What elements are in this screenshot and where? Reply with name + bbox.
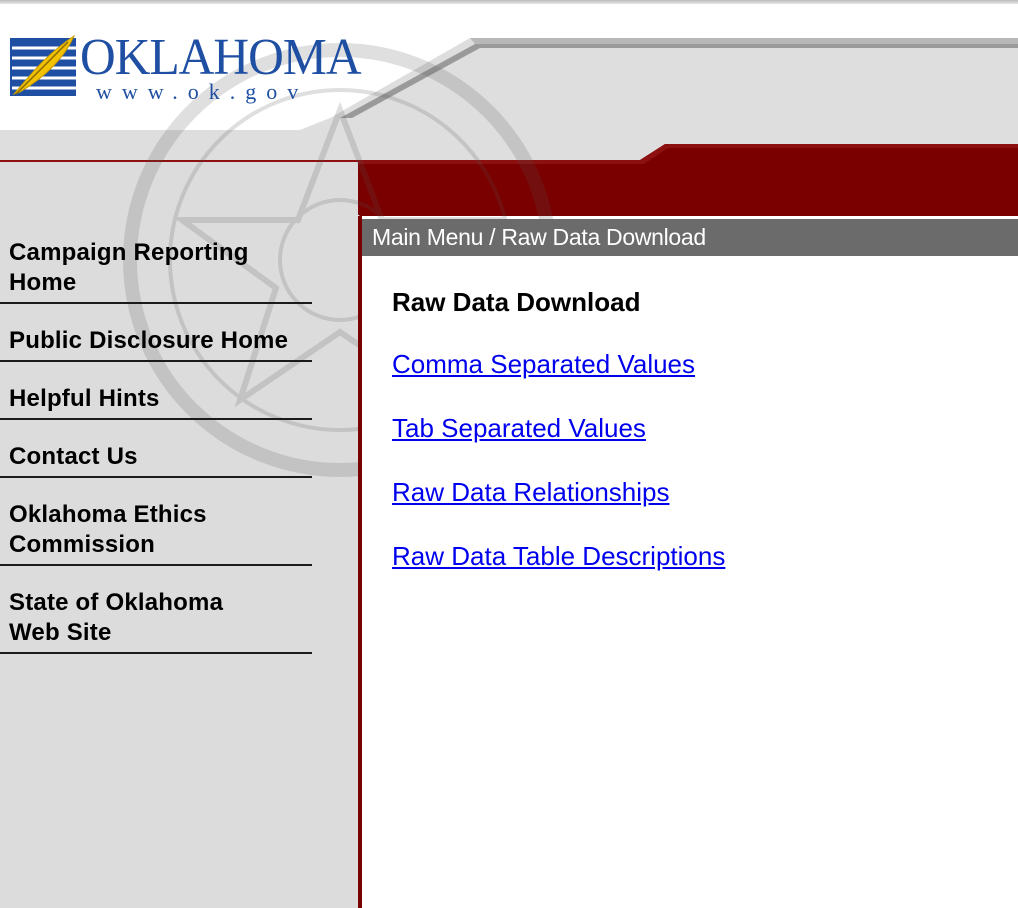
page-title: Raw Data Download: [392, 287, 641, 317]
page: OKLAHOMA www.ok.gov Campaign Reporting H…: [0, 0, 1018, 908]
main-content: Raw Data Download Comma Separated Values…: [362, 256, 1018, 908]
oklahoma-logo[interactable]: OKLAHOMA www.ok.gov: [10, 29, 362, 104]
breadcrumb: Main Menu / Raw Data Download: [372, 224, 706, 250]
link-tab-separated-values[interactable]: Tab Separated Values: [392, 412, 646, 444]
nav-helpful-hints[interactable]: Helpful Hints: [0, 384, 312, 420]
link-comma-separated-values[interactable]: Comma Separated Values: [392, 348, 695, 380]
nav-state-of-oklahoma-web-site[interactable]: State of Oklahoma Web Site: [0, 588, 312, 654]
nav-public-disclosure-home[interactable]: Public Disclosure Home: [0, 326, 312, 362]
nav-contact-us[interactable]: Contact Us: [0, 442, 312, 478]
link-raw-data-relationships[interactable]: Raw Data Relationships: [392, 476, 669, 508]
flag-feather-icon: [10, 34, 76, 96]
sidebar-nav: Campaign Reporting Home Public Disclosur…: [0, 238, 312, 676]
nav-campaign-reporting-home[interactable]: Campaign Reporting Home: [0, 238, 312, 304]
link-raw-data-table-descriptions[interactable]: Raw Data Table Descriptions: [392, 540, 725, 572]
top-border: [0, 0, 1018, 4]
breadcrumb-bar: Main Menu / Raw Data Download: [362, 219, 1018, 256]
nav-oklahoma-ethics-commission[interactable]: Oklahoma Ethics Commission: [0, 500, 312, 566]
logo-url: www.ok.gov: [96, 79, 309, 104]
